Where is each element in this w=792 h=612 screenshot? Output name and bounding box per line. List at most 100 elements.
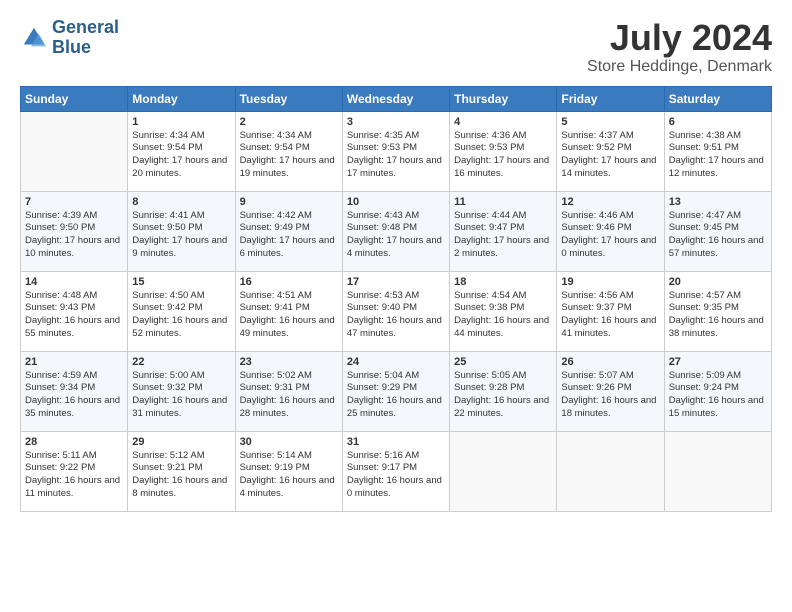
day-info: Sunrise: 4:57 AMSunset: 9:35 PMDaylight:…: [669, 290, 767, 341]
logo-icon: [20, 24, 48, 52]
day-header-monday: Monday: [128, 86, 235, 111]
week-row-2: 7 Sunrise: 4:39 AMSunset: 9:50 PMDayligh…: [21, 191, 772, 271]
day-info: Sunrise: 4:47 AMSunset: 9:45 PMDaylight:…: [669, 210, 767, 261]
day-cell: 5 Sunrise: 4:37 AMSunset: 9:52 PMDayligh…: [557, 111, 664, 191]
day-number: 7: [25, 196, 123, 208]
day-cell: 10 Sunrise: 4:43 AMSunset: 9:48 PMDaylig…: [342, 191, 449, 271]
day-cell: 22 Sunrise: 5:00 AMSunset: 9:32 PMDaylig…: [128, 351, 235, 431]
day-info: Sunrise: 4:59 AMSunset: 9:34 PMDaylight:…: [25, 370, 123, 421]
day-info: Sunrise: 5:02 AMSunset: 9:31 PMDaylight:…: [240, 370, 338, 421]
day-cell: 21 Sunrise: 4:59 AMSunset: 9:34 PMDaylig…: [21, 351, 128, 431]
day-info: Sunrise: 4:44 AMSunset: 9:47 PMDaylight:…: [454, 210, 552, 261]
day-header-saturday: Saturday: [664, 86, 771, 111]
day-cell: 9 Sunrise: 4:42 AMSunset: 9:49 PMDayligh…: [235, 191, 342, 271]
day-info: Sunrise: 4:46 AMSunset: 9:46 PMDaylight:…: [561, 210, 659, 261]
day-info: Sunrise: 4:39 AMSunset: 9:50 PMDaylight:…: [25, 210, 123, 261]
day-number: 29: [132, 436, 230, 448]
day-number: 6: [669, 116, 767, 128]
day-number: 16: [240, 276, 338, 288]
day-cell: [21, 111, 128, 191]
day-number: 20: [669, 276, 767, 288]
day-cell: 24 Sunrise: 5:04 AMSunset: 9:29 PMDaylig…: [342, 351, 449, 431]
day-number: 3: [347, 116, 445, 128]
day-number: 21: [25, 356, 123, 368]
calendar-table: SundayMondayTuesdayWednesdayThursdayFrid…: [20, 86, 772, 512]
day-info: Sunrise: 5:11 AMSunset: 9:22 PMDaylight:…: [25, 450, 123, 501]
day-cell: 18 Sunrise: 4:54 AMSunset: 9:38 PMDaylig…: [450, 271, 557, 351]
day-cell: [664, 431, 771, 511]
day-cell: 31 Sunrise: 5:16 AMSunset: 9:17 PMDaylig…: [342, 431, 449, 511]
day-info: Sunrise: 4:56 AMSunset: 9:37 PMDaylight:…: [561, 290, 659, 341]
day-number: 18: [454, 276, 552, 288]
day-info: Sunrise: 4:42 AMSunset: 9:49 PMDaylight:…: [240, 210, 338, 261]
logo-line1: General: [52, 18, 119, 38]
day-number: 13: [669, 196, 767, 208]
header-row: SundayMondayTuesdayWednesdayThursdayFrid…: [21, 86, 772, 111]
header: General Blue July 2024 Store Heddinge, D…: [20, 18, 772, 76]
day-cell: 8 Sunrise: 4:41 AMSunset: 9:50 PMDayligh…: [128, 191, 235, 271]
day-info: Sunrise: 5:04 AMSunset: 9:29 PMDaylight:…: [347, 370, 445, 421]
day-info: Sunrise: 4:43 AMSunset: 9:48 PMDaylight:…: [347, 210, 445, 261]
week-row-5: 28 Sunrise: 5:11 AMSunset: 9:22 PMDaylig…: [21, 431, 772, 511]
day-cell: 27 Sunrise: 5:09 AMSunset: 9:24 PMDaylig…: [664, 351, 771, 431]
day-number: 10: [347, 196, 445, 208]
day-info: Sunrise: 5:07 AMSunset: 9:26 PMDaylight:…: [561, 370, 659, 421]
day-info: Sunrise: 5:14 AMSunset: 9:19 PMDaylight:…: [240, 450, 338, 501]
day-cell: 4 Sunrise: 4:36 AMSunset: 9:53 PMDayligh…: [450, 111, 557, 191]
day-cell: 7 Sunrise: 4:39 AMSunset: 9:50 PMDayligh…: [21, 191, 128, 271]
day-cell: 6 Sunrise: 4:38 AMSunset: 9:51 PMDayligh…: [664, 111, 771, 191]
day-info: Sunrise: 4:37 AMSunset: 9:52 PMDaylight:…: [561, 130, 659, 181]
day-info: Sunrise: 4:54 AMSunset: 9:38 PMDaylight:…: [454, 290, 552, 341]
day-number: 1: [132, 116, 230, 128]
day-number: 15: [132, 276, 230, 288]
day-cell: 13 Sunrise: 4:47 AMSunset: 9:45 PMDaylig…: [664, 191, 771, 271]
week-row-1: 1 Sunrise: 4:34 AMSunset: 9:54 PMDayligh…: [21, 111, 772, 191]
day-number: 9: [240, 196, 338, 208]
day-info: Sunrise: 4:51 AMSunset: 9:41 PMDaylight:…: [240, 290, 338, 341]
day-header-tuesday: Tuesday: [235, 86, 342, 111]
day-info: Sunrise: 4:48 AMSunset: 9:43 PMDaylight:…: [25, 290, 123, 341]
day-info: Sunrise: 4:41 AMSunset: 9:50 PMDaylight:…: [132, 210, 230, 261]
month-year: July 2024: [587, 18, 772, 58]
logo: General Blue: [20, 18, 119, 58]
day-header-sunday: Sunday: [21, 86, 128, 111]
day-info: Sunrise: 4:34 AMSunset: 9:54 PMDaylight:…: [132, 130, 230, 181]
logo-line2: Blue: [52, 38, 119, 58]
day-cell: 3 Sunrise: 4:35 AMSunset: 9:53 PMDayligh…: [342, 111, 449, 191]
day-info: Sunrise: 5:05 AMSunset: 9:28 PMDaylight:…: [454, 370, 552, 421]
day-cell: 28 Sunrise: 5:11 AMSunset: 9:22 PMDaylig…: [21, 431, 128, 511]
day-number: 5: [561, 116, 659, 128]
day-header-thursday: Thursday: [450, 86, 557, 111]
logo-text: General Blue: [52, 18, 119, 58]
page: General Blue July 2024 Store Heddinge, D…: [0, 0, 792, 522]
day-cell: 1 Sunrise: 4:34 AMSunset: 9:54 PMDayligh…: [128, 111, 235, 191]
week-row-4: 21 Sunrise: 4:59 AMSunset: 9:34 PMDaylig…: [21, 351, 772, 431]
day-cell: 29 Sunrise: 5:12 AMSunset: 9:21 PMDaylig…: [128, 431, 235, 511]
day-number: 19: [561, 276, 659, 288]
day-number: 11: [454, 196, 552, 208]
day-number: 2: [240, 116, 338, 128]
day-info: Sunrise: 4:34 AMSunset: 9:54 PMDaylight:…: [240, 130, 338, 181]
day-cell: 2 Sunrise: 4:34 AMSunset: 9:54 PMDayligh…: [235, 111, 342, 191]
day-cell: 15 Sunrise: 4:50 AMSunset: 9:42 PMDaylig…: [128, 271, 235, 351]
day-number: 8: [132, 196, 230, 208]
day-info: Sunrise: 5:16 AMSunset: 9:17 PMDaylight:…: [347, 450, 445, 501]
day-cell: 26 Sunrise: 5:07 AMSunset: 9:26 PMDaylig…: [557, 351, 664, 431]
day-number: 4: [454, 116, 552, 128]
day-cell: 19 Sunrise: 4:56 AMSunset: 9:37 PMDaylig…: [557, 271, 664, 351]
day-info: Sunrise: 4:50 AMSunset: 9:42 PMDaylight:…: [132, 290, 230, 341]
day-header-friday: Friday: [557, 86, 664, 111]
day-info: Sunrise: 5:09 AMSunset: 9:24 PMDaylight:…: [669, 370, 767, 421]
day-info: Sunrise: 4:53 AMSunset: 9:40 PMDaylight:…: [347, 290, 445, 341]
day-cell: 25 Sunrise: 5:05 AMSunset: 9:28 PMDaylig…: [450, 351, 557, 431]
day-cell: 14 Sunrise: 4:48 AMSunset: 9:43 PMDaylig…: [21, 271, 128, 351]
day-number: 28: [25, 436, 123, 448]
day-cell: 23 Sunrise: 5:02 AMSunset: 9:31 PMDaylig…: [235, 351, 342, 431]
week-row-3: 14 Sunrise: 4:48 AMSunset: 9:43 PMDaylig…: [21, 271, 772, 351]
day-number: 14: [25, 276, 123, 288]
day-number: 12: [561, 196, 659, 208]
day-cell: [450, 431, 557, 511]
location: Store Heddinge, Denmark: [587, 58, 772, 76]
day-cell: 30 Sunrise: 5:14 AMSunset: 9:19 PMDaylig…: [235, 431, 342, 511]
day-cell: 11 Sunrise: 4:44 AMSunset: 9:47 PMDaylig…: [450, 191, 557, 271]
